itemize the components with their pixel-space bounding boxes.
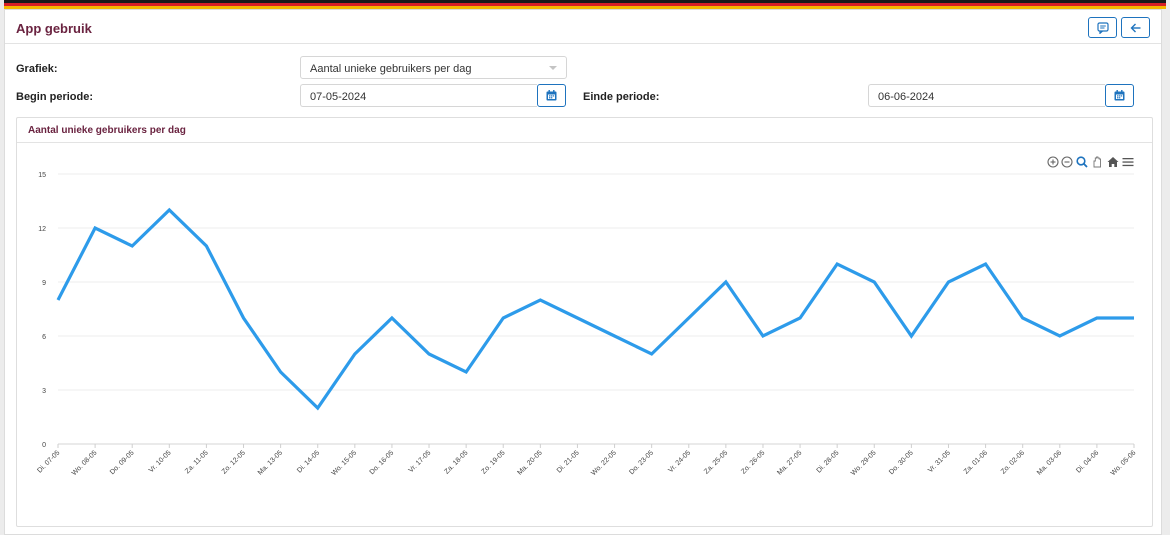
chart-toolbar [1047, 156, 1137, 170]
flag-stripe [4, 0, 1166, 9]
main-panel: App gebruik Grafiek: Aantal unieke gebru… [4, 9, 1162, 535]
grafiek-label: Grafiek: [16, 63, 58, 75]
y-tick-label: 3 [42, 388, 46, 395]
begin-periode-label: Begin periode: [16, 91, 94, 103]
chart-canvas: 0 3 6 9 12 15 Di. 07-05 Wo. 08-05 Do. 09-05 Vr. 1… [36, 172, 1138, 477]
x-tick-label: Wo. 05-06 [1110, 449, 1138, 477]
x-tick-label: Wo. 08-05 [71, 449, 99, 477]
grafiek-select-value: Aantal unieke gebruikers per dag [310, 63, 472, 75]
x-tick-label: Vr. 17-05 [408, 449, 433, 474]
chevron-down-icon [549, 66, 557, 70]
grafiek-select[interactable]: Aantal unieke gebruikers per dag [300, 56, 567, 79]
x-tick-label: Wo. 29-05 [850, 449, 878, 477]
calendar-icon [1114, 90, 1125, 101]
begin-periode-input[interactable]: 07-05-2024 [300, 84, 537, 107]
menu-icon[interactable] [1122, 156, 1134, 168]
x-tick-label: Wo. 15-05 [331, 449, 359, 477]
begin-calendar-button[interactable] [537, 84, 566, 107]
series-line [56, 207, 1134, 411]
x-tick-label: Ma. 13-05 [257, 449, 284, 476]
x-tick-label: Zo. 19-05 [481, 449, 507, 475]
x-tick-label: Wo. 22-05 [590, 449, 618, 477]
x-tick-label: Di. 07-05 [36, 449, 61, 474]
y-tick-label: 15 [38, 172, 46, 179]
x-tick-label: Za. 25-05 [703, 449, 729, 475]
einde-periode-label: Einde periode: [583, 91, 660, 103]
x-tick-label: Di. 04-06 [1075, 449, 1100, 474]
y-tick-label: 9 [42, 280, 46, 287]
x-tick-label: Ma. 27-05 [776, 449, 803, 476]
x-tick-label: Zo. 26-05 [740, 449, 766, 475]
arrow-left-icon [1130, 23, 1140, 32]
zoom-out-icon[interactable] [1061, 156, 1073, 168]
panel-header: App gebruik [5, 10, 1161, 44]
x-tick-label: Ma. 03-06 [1036, 449, 1063, 476]
pan-hand-icon[interactable] [1091, 156, 1103, 168]
y-tick-label: 6 [42, 334, 46, 341]
comment-button[interactable] [1088, 17, 1117, 38]
x-tick-label: Ma. 20-05 [517, 449, 544, 476]
x-tick-label: Vr. 10-05 [148, 449, 173, 474]
x-tick-label: Za. 11-05 [184, 449, 210, 475]
x-tick-label: Vr. 24-05 [667, 449, 692, 474]
y-tick-label: 12 [38, 226, 46, 233]
x-tick-label: Za. 01-06 [963, 449, 989, 475]
x-tick-label: Di. 21-05 [556, 449, 581, 474]
x-tick-label: Do. 16-05 [369, 449, 396, 476]
x-tick-label: Do. 30-05 [888, 449, 915, 476]
einde-calendar-button[interactable] [1105, 84, 1134, 107]
page-title: App gebruik [16, 21, 92, 36]
back-button[interactable] [1121, 17, 1150, 38]
einde-periode-input[interactable]: 06-06-2024 [868, 84, 1105, 107]
zoom-in-icon[interactable] [1047, 156, 1059, 168]
x-tick-label: Di. 28-05 [816, 449, 841, 474]
x-tick-label: Di. 14-05 [296, 449, 321, 474]
x-tick-label: Vr. 31-05 [927, 449, 952, 474]
x-tick-label: Do. 23-05 [628, 449, 655, 476]
comment-icon [1096, 21, 1109, 34]
x-tick-label: Do. 09-05 [109, 449, 136, 476]
y-tick-label: 0 [42, 442, 46, 449]
chart-card: Aantal unieke gebruikers per dag 0 3 6 9 12 1… [16, 117, 1153, 527]
x-tick-label: Zo. 02-06 [1000, 449, 1026, 475]
x-tick-label: Zo. 12-05 [221, 449, 247, 475]
magnifier-icon[interactable] [1076, 156, 1088, 168]
home-icon[interactable] [1107, 156, 1119, 168]
x-tick-label: Za. 18-05 [443, 449, 469, 475]
calendar-icon [546, 90, 557, 101]
